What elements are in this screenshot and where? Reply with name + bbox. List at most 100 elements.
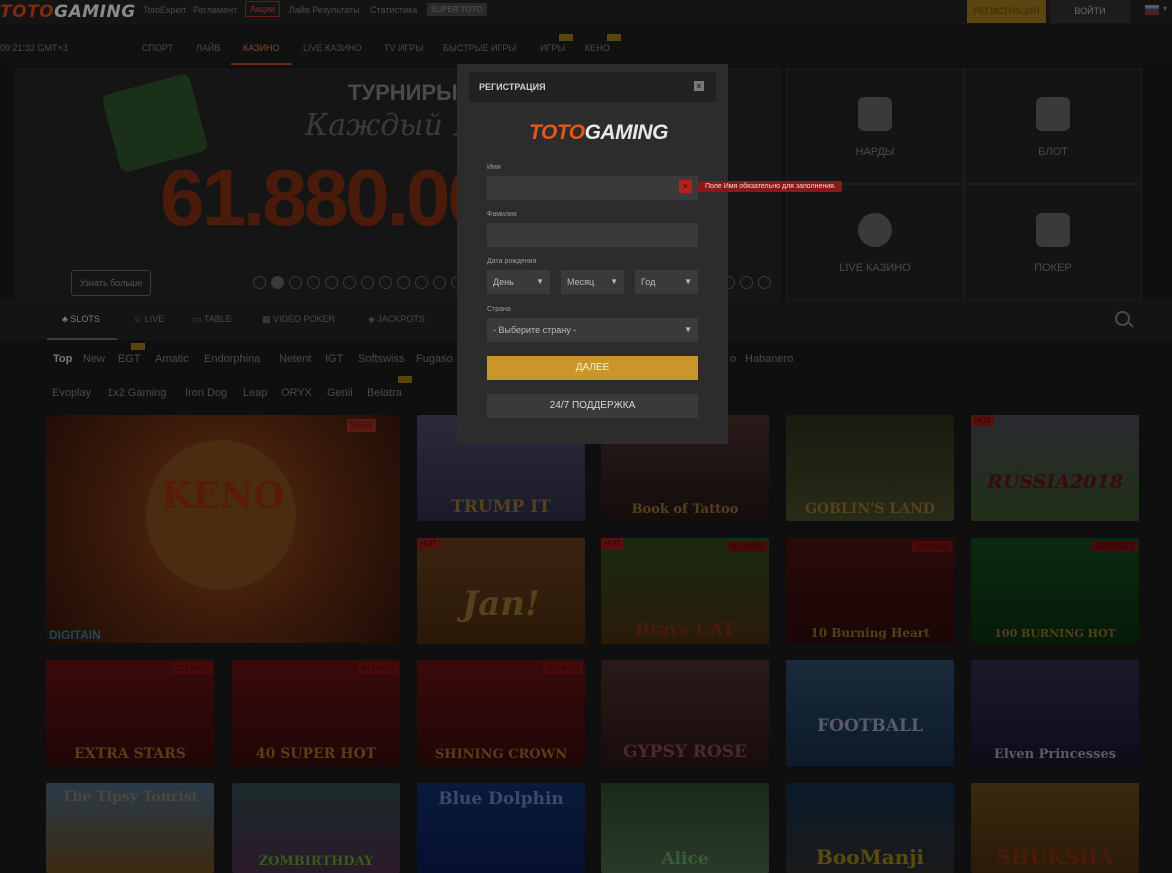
carousel-dot[interactable] [253,276,266,289]
month-select[interactable]: Месяц ▼ [561,270,624,294]
day-select[interactable]: День ▼ [487,270,550,294]
search-icon[interactable] [1115,311,1130,326]
game-gypsy-rose[interactable]: GYPSY ROSE [601,660,769,766]
statistics-link[interactable]: Статистика [370,5,417,15]
nav-casino[interactable]: КАЗИНО [243,43,280,53]
toto-expert-link[interactable]: TotoExpert [143,5,186,15]
provider-leap[interactable]: Leap [243,387,267,399]
close-icon[interactable]: × [694,81,704,91]
game-zombirthday[interactable]: ZOMBIRTHDAY [232,783,400,873]
surname-field[interactable] [487,223,698,247]
banner-amount: 61.880.00 [160,153,492,242]
carousel-dot[interactable] [289,276,302,289]
nav-fast-games[interactable]: БЫСТРЫЕ ИГРЫ [443,43,516,53]
category-jackpots[interactable]: ◈ JACKPOTS [368,314,425,325]
live-results-link[interactable]: Лайв Результаты [289,5,360,15]
game-40-super-hot[interactable]: 40 SUPER HOT 40 LINES [232,660,400,766]
register-button[interactable]: РЕГИСТРАЦИЯ [967,0,1046,23]
game-football[interactable]: FOOTBALL [786,660,954,766]
carousel-dot[interactable] [740,276,753,289]
language-flag-icon[interactable] [1145,5,1159,15]
provider-evoplay[interactable]: Evoplay [52,387,91,399]
country-select[interactable]: - Выберите страну - ▼ [487,318,698,342]
carousel-dot[interactable] [361,276,374,289]
provider-igt[interactable]: IGT [325,353,343,365]
game-elven-princesses[interactable]: Elven Princesses [971,660,1139,766]
game-shining-crown[interactable]: SHINING CROWN 10 LINES [417,660,585,766]
promotions-link[interactable]: Акции [245,1,281,17]
provider-egt[interactable]: EGT [118,353,141,365]
year-select[interactable]: Год ▼ [635,270,698,294]
new-badge: NEW [346,419,376,432]
next-button[interactable]: ДАЛЕЕ [487,356,698,380]
supertoto-link[interactable]: SUPER TOTO [427,3,487,16]
nav-keno[interactable]: КЕНО [585,43,610,53]
name-field[interactable] [487,176,698,200]
game-brave-cat[interactable]: Brave CAT HOT 40 LINES [601,538,769,644]
game-russia-2018[interactable]: RUSSIA2018 HOT [971,415,1139,521]
provider-habanero[interactable]: Habanero [745,353,793,365]
provider-oryx[interactable]: ORYX [281,387,312,399]
tile-live-casino[interactable]: LIVE КАЗИНО [786,184,964,300]
lines-badge: 40 LINES [357,663,398,674]
category-table[interactable]: ▭ TABLE [193,314,232,325]
game-100-burning-hot[interactable]: 100 BURNING HOT 100 LINES [971,538,1139,644]
learn-more-button[interactable]: Узнать больше [71,270,151,296]
carousel-dot[interactable] [379,276,392,289]
rules-link[interactable]: Регламент [193,5,237,15]
nav-live[interactable]: ЛАЙВ [196,43,220,53]
support-button[interactable]: 24/7 ПОДДЕРЖКА [487,394,698,418]
game-keno[interactable]: KENO DIGITAIN NEW [46,415,400,643]
provider-1x2[interactable]: 1x2 Gaming [107,387,166,399]
game-blue-dolphin[interactable]: Blue Dolphin [417,783,585,873]
provider-new[interactable]: New [83,353,105,365]
login-button[interactable]: ВОЙТИ [1050,0,1130,23]
provider-top[interactable]: Top [53,353,72,365]
provider-badge [398,376,412,383]
carousel-dot[interactable] [343,276,356,289]
carousel-dot[interactable] [397,276,410,289]
provider-genii[interactable]: Genii [327,387,353,399]
game-jan[interactable]: Jan! HOT [417,538,585,644]
carousel-dot[interactable] [758,276,771,289]
carousel-dot[interactable] [307,276,320,289]
carousel-dots [253,276,469,294]
game-boomanji[interactable]: BooManji [786,783,954,873]
nav-games[interactable]: ИГРЫ [540,43,565,53]
hot-badge: HOT [417,538,440,549]
nav-sport[interactable]: СПОРТ [142,43,173,53]
banner-title: ТУРНИРЫ [348,80,458,105]
provider-softswiss[interactable]: Softswiss [358,353,404,365]
provider-belatra[interactable]: Belatra [367,387,402,399]
category-video-poker[interactable]: ▦ VIDEO POKER [262,314,335,325]
provider-fugaso[interactable]: Fugaso [416,353,453,365]
chevron-down-icon: ▼ [536,277,544,286]
category-live[interactable]: ☺ LIVE [133,314,164,324]
provider-netent[interactable]: Netent [279,353,311,365]
nav-tv-games[interactable]: TV ИГРЫ [384,43,423,53]
game-10-burning-heart[interactable]: 10 Burning Heart 10 LINES [786,538,954,644]
provider-irondog[interactable]: Iron Dog [185,387,227,399]
carousel-dot[interactable] [271,276,284,289]
category-slots[interactable]: ♣ SLOTS [62,314,100,324]
tile-nardy[interactable]: НАРДЫ [786,68,964,184]
carousel-dot[interactable] [433,276,446,289]
tile-poker[interactable]: ПОКЕР [964,184,1142,300]
site-logo[interactable]: TOTOGAMING [0,2,136,22]
tile-blot[interactable]: БЛОТ [964,68,1142,184]
provider-amatic[interactable]: Amatic [155,353,189,365]
game-extra-stars[interactable]: EXTRA STARS 10 LINES [46,660,214,766]
chevron-down-icon: ▼ [684,325,692,334]
carousel-dot[interactable] [415,276,428,289]
game-goblins-land[interactable]: GOBLIN'S LAND [786,415,954,521]
name-label: Имя [487,164,501,171]
nav-live-casino[interactable]: LIVE КАЗИНО [303,43,362,53]
provider-endorphina[interactable]: Endorphina [204,353,260,365]
hot-badge: HOT [601,538,624,549]
game-shuksha[interactable]: SHUKSHA [971,783,1139,873]
carousel-dot[interactable] [325,276,338,289]
surname-label: Фамилия [487,211,517,218]
game-tipsy-tourist[interactable]: The Tipsy Tourist [46,783,214,873]
provider-partial[interactable]: o [730,353,736,365]
game-alice[interactable]: Alice [601,783,769,873]
